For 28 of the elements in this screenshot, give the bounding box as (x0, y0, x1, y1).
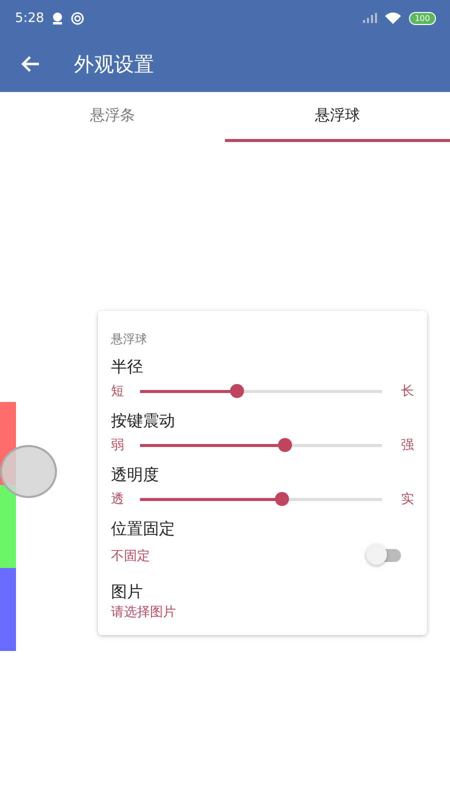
slider-max-label: 强 (401, 437, 414, 454)
slider-thumb[interactable] (274, 492, 289, 506)
slider-label: 透明度 (111, 464, 160, 486)
slider-max-label: 长 (401, 383, 414, 400)
card-title: 悬浮球 (111, 331, 148, 348)
switch-value: 不固定 (111, 548, 150, 564)
battery-indicator: 100 (408, 12, 436, 24)
switch-label: 位置固定 (111, 518, 176, 540)
slider-label: 半径 (111, 356, 144, 378)
back-arrow-icon[interactable] (20, 55, 40, 73)
picture-setting-value[interactable]: 请选择图片 (111, 603, 414, 621)
wifi-icon (384, 12, 401, 24)
slider-thumb[interactable] (230, 384, 244, 398)
slider-min-label: 弱 (111, 437, 124, 454)
status-time: 5:28 (15, 10, 44, 26)
toggle-switch[interactable] (365, 544, 402, 567)
signal-icon (362, 13, 377, 23)
notification-icon (52, 12, 64, 24)
slider-thumb[interactable] (278, 438, 292, 452)
page-title: 外观设置 (74, 50, 154, 78)
slider-max-label: 实 (401, 491, 414, 508)
slider-min-label: 透 (111, 491, 124, 508)
sync-icon (71, 12, 84, 24)
tab[interactable]: 悬浮条 (0, 92, 225, 142)
tab[interactable]: 悬浮球 (225, 92, 450, 142)
picture-setting-label: 图片 (111, 581, 144, 603)
slider-label: 按键震动 (111, 410, 176, 432)
slider-min-label: 短 (111, 383, 124, 400)
